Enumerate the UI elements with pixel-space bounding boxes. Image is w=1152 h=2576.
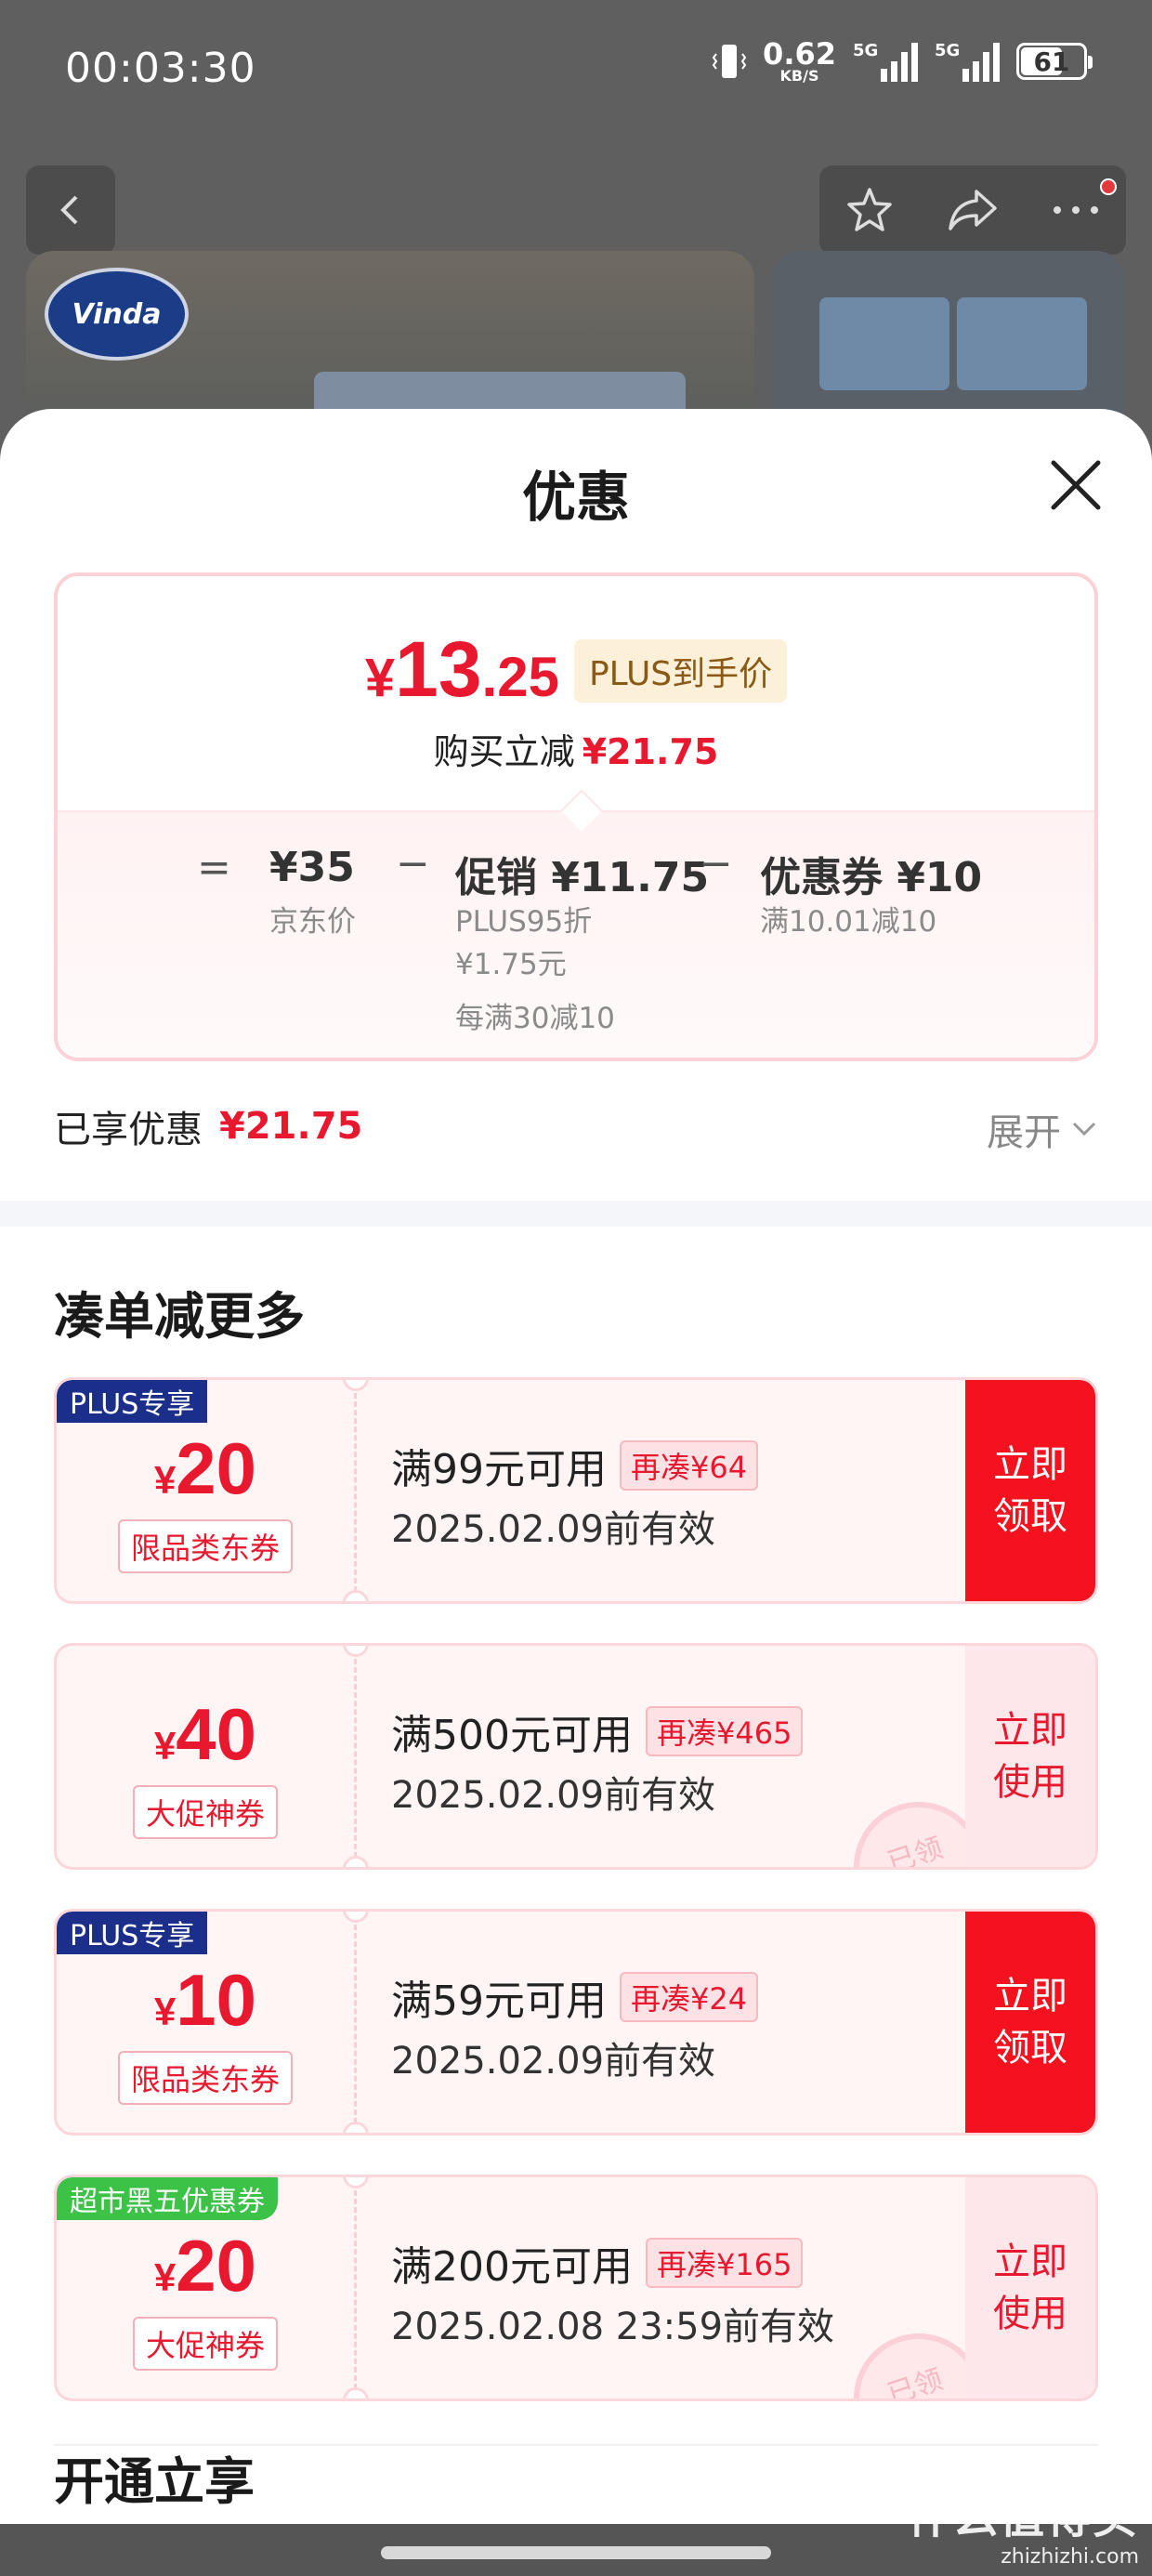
coupon-amount: ¥20: [153, 1427, 257, 1509]
next-section-title: 开通立享: [54, 2452, 255, 2511]
jd-price-value: ¥35: [269, 844, 355, 891]
coupon-amount: ¥10: [153, 1959, 257, 2041]
coupon-value-panel: PLUS专享 ¥10 限品类东券: [57, 1912, 354, 2133]
coupon-amount: ¥40: [153, 1693, 257, 1775]
coupon-value-panel: 超市黑五优惠券 ¥20 大促神券: [57, 2177, 354, 2399]
coupon-badge: PLUS专享: [57, 1380, 208, 1423]
network-speed: 0.62 KB/S: [763, 36, 836, 85]
coupon-gap-tag: 再凑¥465: [645, 1706, 804, 1756]
coupon-badge: PLUS专享: [57, 1912, 208, 1954]
enjoyed-label: 已享优惠: [54, 1109, 203, 1151]
notification-dot: [1100, 178, 1117, 195]
star-icon[interactable]: [844, 184, 896, 236]
coupon-amount: ¥20: [153, 2225, 257, 2307]
coupon-value-panel: ¥40 大促神券: [57, 1646, 354, 1867]
status-bar: 00:03:30 0.62 KB/S 5G 5G 61: [0, 0, 1152, 139]
brand-logo: Vinda: [45, 268, 189, 361]
price-breakdown-card: ¥13.25 PLUS到手价 购买立减 ¥21.75 = ¥35 京东价 − 促销…: [54, 572, 1098, 1061]
coupon-card: 超市黑五优惠券 ¥20 大促神券 满200元可用 再凑¥165 2025.02.0…: [54, 2175, 1098, 2401]
more-icon[interactable]: [1050, 201, 1102, 219]
enjoyed-discount-row: 已享优惠 ¥21.75 展开: [54, 1098, 1098, 1154]
jd-price-label: 京东价: [269, 905, 356, 939]
enjoyed-amount: ¥21.75: [219, 1105, 363, 1148]
price-formula: = ¥35 京东价 − 促销 ¥11.75 PLUS95折 ¥1.75元 每满3…: [58, 810, 1094, 1058]
coupon-condition: 满59元可用: [391, 1978, 607, 2025]
watermark: 什么值得买 zhizhizhi.com: [906, 2491, 1139, 2569]
final-price-row: ¥13.25 PLUS到手价: [58, 624, 1094, 715]
signal-icon: 5G: [853, 41, 918, 82]
home-indicator[interactable]: [381, 2546, 771, 2559]
coupon-card: PLUS专享 ¥20 限品类东券 满99元可用 再凑¥64 2025.02.09前…: [54, 1377, 1098, 1604]
use-coupon-button[interactable]: 立即 使用: [965, 1646, 1095, 1867]
coupon-gap-tag: 再凑¥64: [620, 1440, 759, 1491]
claim-coupon-button[interactable]: 立即 领取: [965, 1912, 1095, 2133]
coupon-value-panel: PLUS专享 ¥20 限品类东券: [57, 1380, 354, 1601]
promo-detail: 每满30减10: [455, 1002, 615, 1035]
close-button[interactable]: [1048, 457, 1104, 513]
coupon-validity: 2025.02.09前有效: [391, 1774, 716, 1817]
sheet-title: 优惠: [521, 466, 630, 529]
coupon-card: PLUS专享 ¥10 限品类东券 满59元可用 再凑¥24 2025.02.09前…: [54, 1909, 1098, 2136]
final-price: ¥13.25: [364, 625, 559, 713]
coupon-condition: 满99元可用: [391, 1446, 607, 1493]
promo-detail: ¥1.75元: [455, 948, 567, 981]
promo-value: 促销 ¥11.75: [455, 854, 710, 901]
coupon-validity: 2025.02.09前有效: [391, 1508, 716, 1551]
discount-sheet: 优惠 ¥13.25 PLUS到手价 购买立减 ¥21.75 = ¥35 京东价 −…: [0, 409, 1152, 2576]
coupon-validity: 2025.02.08 23:59前有效: [391, 2306, 835, 2348]
product-image[interactable]: Vinda: [26, 251, 754, 427]
signal-icon: 5G: [935, 41, 1000, 82]
battery-icon: 61: [1016, 43, 1093, 80]
coupon-value: 优惠券 ¥10: [760, 854, 983, 901]
section-divider: [0, 1201, 1152, 1227]
instant-discount: 购买立减 ¥21.75: [433, 731, 719, 772]
coupon-badge: 超市黑五优惠券: [57, 2177, 278, 2220]
status-icons: 0.62 KB/S 5G 5G 61: [713, 36, 1093, 85]
coupon-condition: 满500元可用: [391, 1712, 633, 1759]
coupon-gap-tag: 再凑¥165: [645, 2238, 804, 2288]
use-coupon-button[interactable]: 立即 使用: [965, 2177, 1095, 2399]
equals-sign: =: [197, 844, 231, 891]
coupon-gap-tag: 再凑¥24: [620, 1972, 759, 2022]
section-title: 凑单减更多: [54, 1287, 305, 1346]
coupon-validity: 2025.02.09前有效: [391, 2040, 716, 2083]
top-actions: [819, 165, 1126, 255]
vibrate-icon: [713, 41, 747, 82]
minus-sign: −: [699, 840, 733, 887]
product-image-thumbnail[interactable]: [771, 251, 1124, 427]
coupon-condition: 满10.01减10: [760, 905, 937, 939]
expand-button[interactable]: 展开: [987, 1102, 1098, 1156]
status-time: 00:03:30: [65, 45, 256, 92]
coupon-type: 大促神券: [132, 1785, 278, 1839]
promo-detail: PLUS95折: [455, 905, 593, 939]
instant-discount-amount: ¥21.75: [582, 731, 719, 772]
coupon-type: 限品类东券: [117, 1519, 293, 1573]
minus-sign: −: [396, 840, 430, 887]
coupon-type: 大促神券: [132, 2317, 278, 2371]
chevron-left-icon: [60, 195, 78, 225]
battery-level: 61: [1033, 46, 1070, 77]
share-icon[interactable]: [945, 184, 1001, 236]
plus-price-tag: PLUS到手价: [573, 639, 788, 703]
coupon-condition: 满200元可用: [391, 2243, 633, 2291]
back-button[interactable]: [26, 165, 115, 255]
coupon-type: 限品类东券: [117, 2051, 293, 2105]
chevron-down-icon: [1072, 1122, 1096, 1137]
close-icon: [1051, 460, 1101, 510]
claim-coupon-button[interactable]: 立即 领取: [965, 1380, 1095, 1601]
coupon-card: ¥40 大促神券 满500元可用 再凑¥465 2025.02.09前有效 已领 …: [54, 1643, 1098, 1870]
